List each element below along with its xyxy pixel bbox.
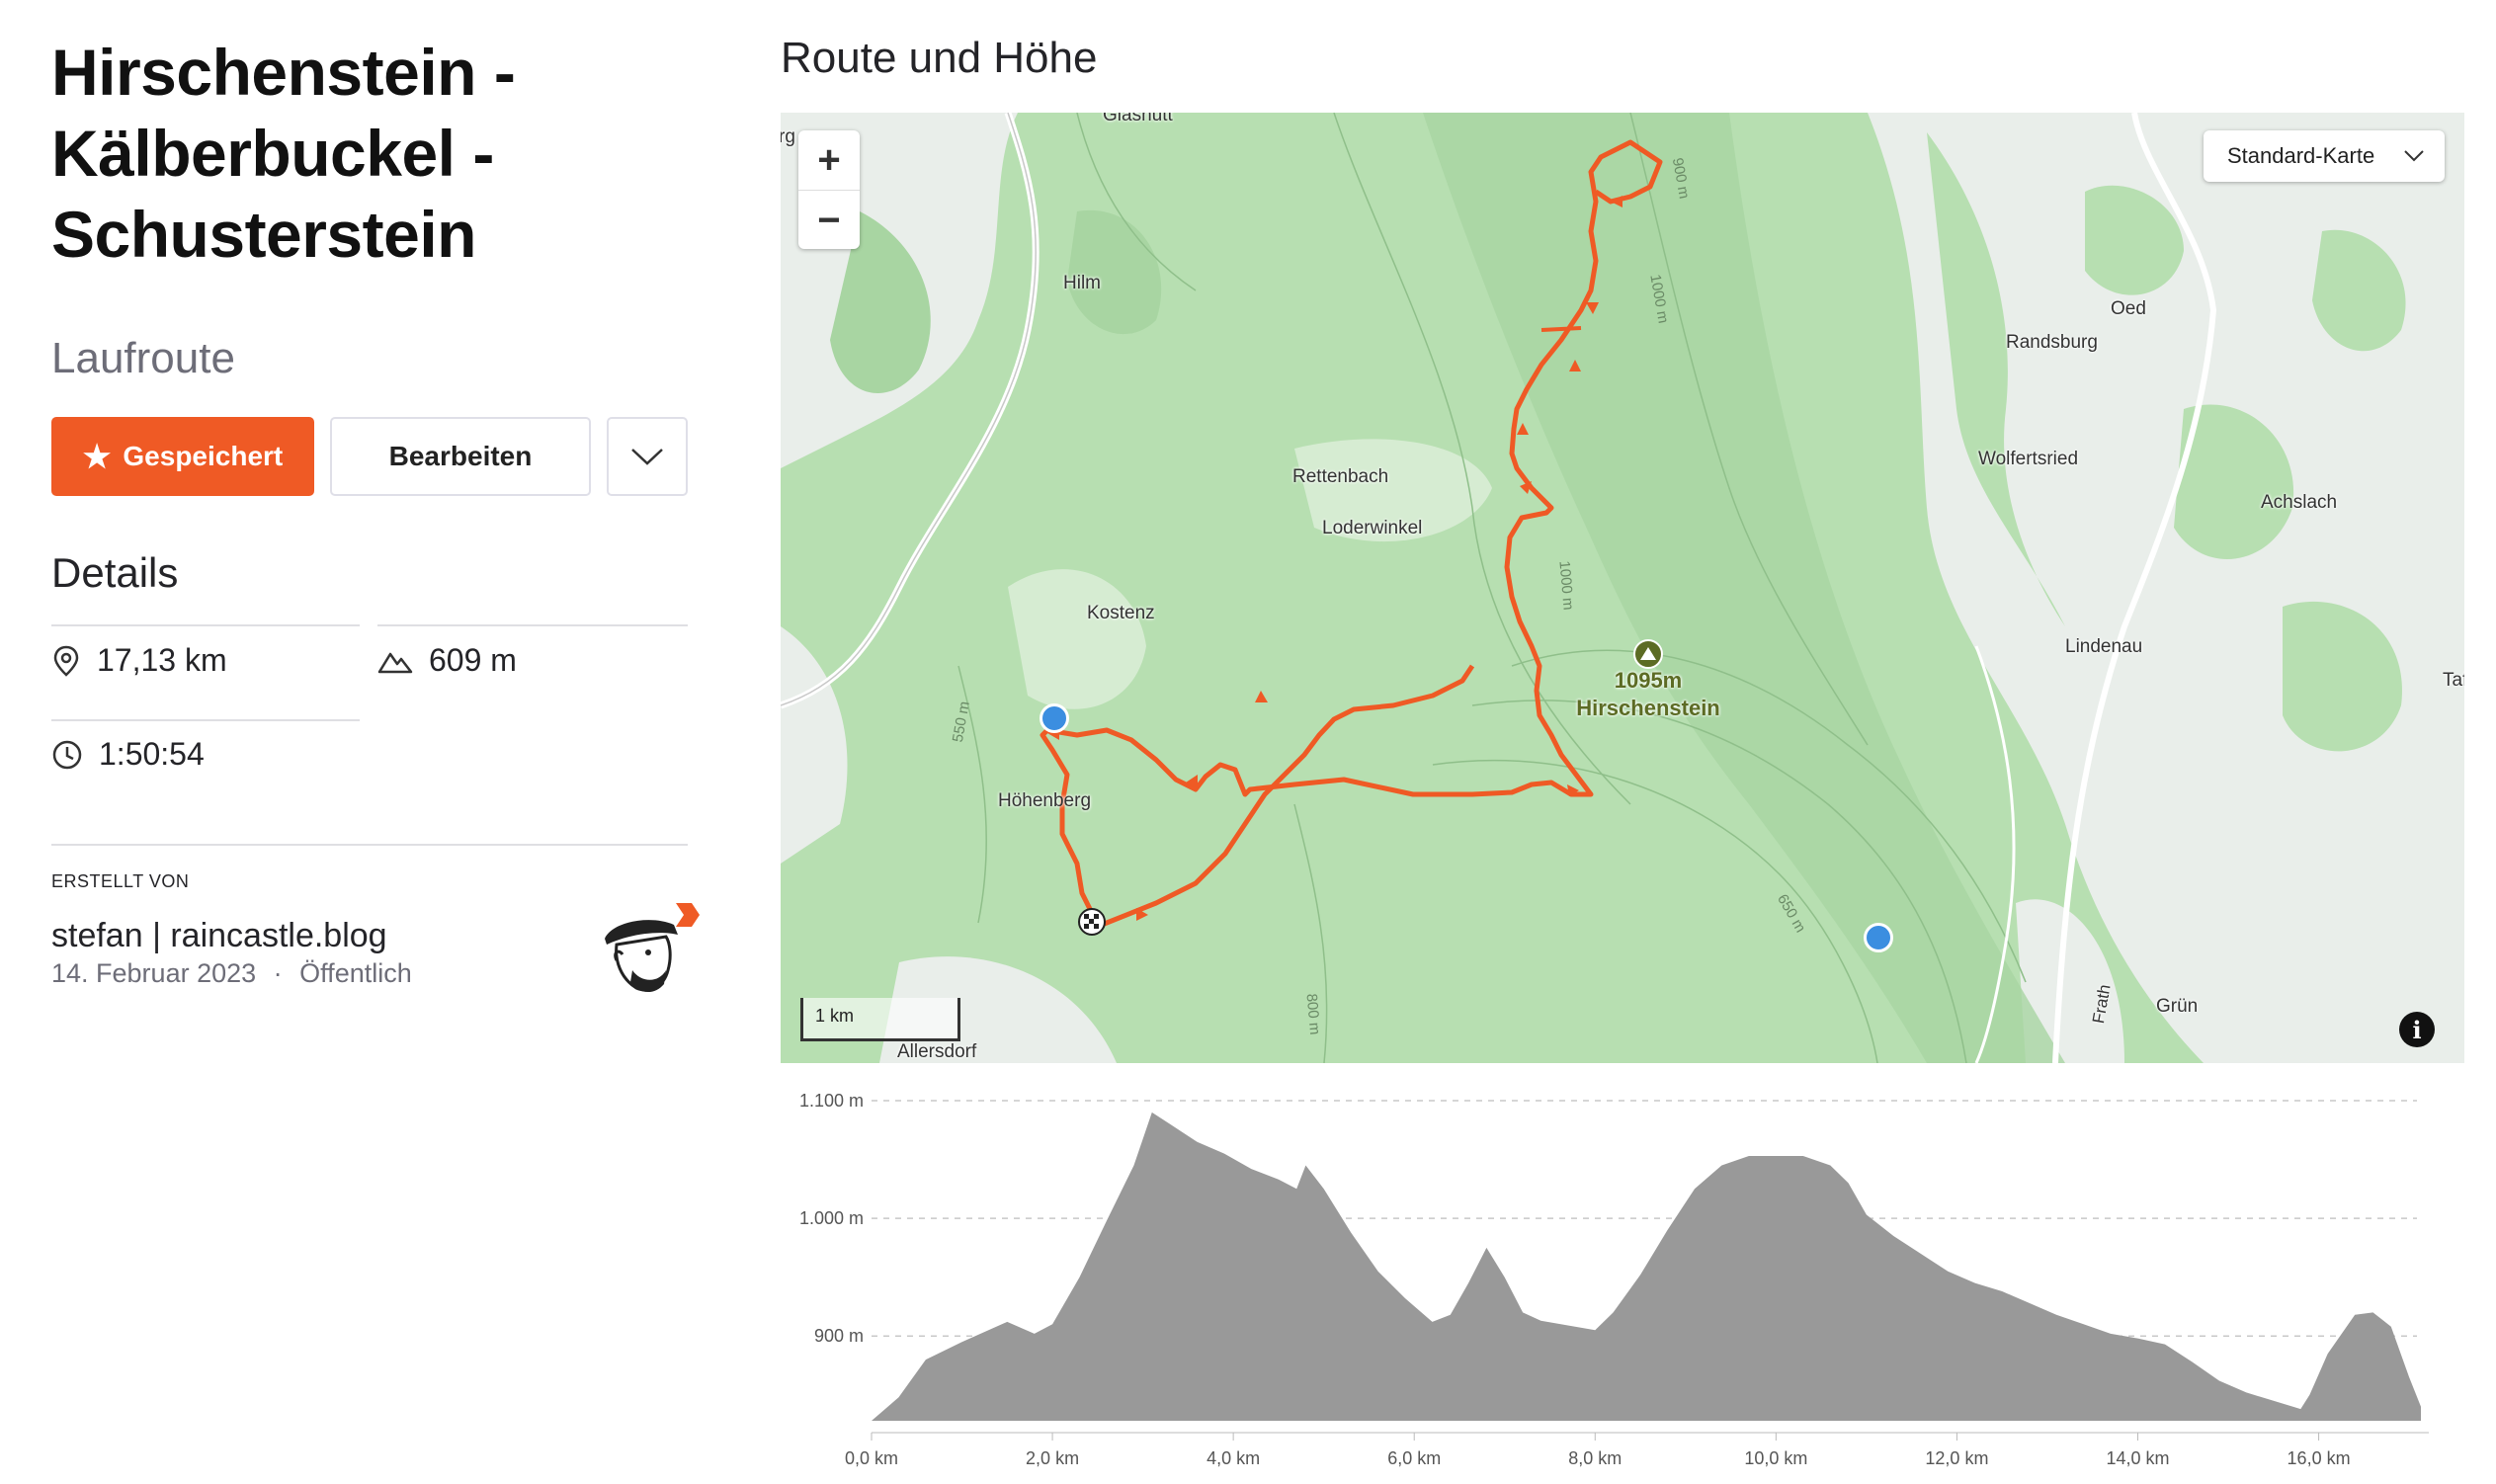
stat-duration: 1:50:54 (51, 736, 205, 773)
map-place-label: Wolfertsried (1978, 449, 2079, 469)
saved-button-label: Gespeichert (123, 441, 284, 471)
x-tick-label: 16,0 km (2288, 1448, 2351, 1468)
edit-button[interactable]: Bearbeiten (330, 417, 591, 496)
saved-button[interactable]: ★ Gespeichert (51, 417, 314, 496)
map-place-label: Loderwinkel (1322, 518, 1423, 538)
map-place-label: rg (781, 126, 795, 147)
summit-icon (1633, 639, 1663, 669)
map-place-label: Allersdorf (897, 1041, 977, 1062)
chevron-down-icon (631, 449, 663, 465)
map-contour-label: 800 m (1302, 992, 1324, 1036)
x-tick-label: 0,0 km (845, 1448, 898, 1468)
checkered-flag-icon (1078, 908, 1106, 936)
created-date: 14. Februar 2023 (51, 958, 257, 988)
stat-distance: 17,13 km (51, 642, 227, 679)
zoom-controls: + − (798, 130, 860, 249)
map-place-label: Oed (2111, 298, 2146, 319)
distance-value: 17,13 km (97, 642, 227, 678)
x-tick-label: 10,0 km (1744, 1448, 1807, 1468)
info-icon[interactable]: i (2399, 1012, 2435, 1047)
divider (51, 844, 688, 846)
map-type-select[interactable]: Standard-Karte (2204, 130, 2445, 182)
avatar[interactable] (593, 901, 702, 1000)
elevation-value: 609 m (429, 642, 517, 678)
created-by-label: ERSTELLT VON (51, 871, 190, 891)
clock-icon (52, 740, 82, 769)
map-place-label: Randsburg (2006, 332, 2098, 353)
x-tick-label: 8,0 km (1568, 1448, 1622, 1468)
stat-elevation: 609 m (377, 642, 517, 679)
divider (51, 719, 360, 721)
visibility-label: Öffentlich (299, 958, 412, 988)
x-tick-label: 12,0 km (1925, 1448, 1988, 1468)
chevron-down-icon (2404, 150, 2424, 162)
camera-icon[interactable] (1040, 703, 1069, 733)
details-heading: Details (51, 549, 179, 596)
y-tick-label: 1.100 m (799, 1091, 864, 1111)
mountain-icon (377, 652, 413, 673)
map-place-label: Rettenbach (1292, 466, 1389, 487)
route-map[interactable]: Hilm Rettenbach Loderwinkel Kostenz Höhe… (781, 113, 2464, 1063)
map-place-label: Höhenberg (998, 790, 1092, 811)
x-tick-label: 6,0 km (1387, 1448, 1441, 1468)
star-icon: ★ (82, 439, 112, 474)
map-place-label: Taf (2443, 670, 2464, 691)
y-tick-label: 900 m (814, 1326, 864, 1346)
map-scale: 1 km (800, 998, 960, 1041)
map-heading: Route und Höhe (781, 34, 1098, 82)
map-type-value: Standard-Karte (2227, 143, 2375, 168)
map-canvas (781, 113, 2464, 1063)
route-meta: 14. Februar 2023 · Öffentlich (51, 958, 412, 989)
author-name[interactable]: stefan | raincastle.blog (51, 917, 387, 955)
elevation-area (872, 1112, 2421, 1421)
map-place-label: Grün (2156, 996, 2199, 1017)
map-place-label: Achslach (2261, 492, 2338, 513)
meta-separator: · (273, 958, 283, 988)
x-tick-label: 4,0 km (1206, 1448, 1260, 1468)
map-place-label: Hilm (1063, 273, 1101, 293)
map-place-label: Glashütt (1103, 113, 1173, 125)
route-title: Hirschenstein - Kälberbuckel - Schusters… (51, 36, 516, 271)
duration-value: 1:50:54 (99, 736, 205, 772)
divider (51, 624, 360, 626)
elevation-profile[interactable]: 900 m 1.000 m 1.100 m 0,0 km 2,0 km 4,0 km 6,0… (781, 1077, 2464, 1472)
location-pin-icon (53, 645, 79, 677)
peak-elevation: 1095m (1614, 668, 1683, 693)
map-place-label: Kostenz (1087, 603, 1155, 623)
x-tick-label: 14,0 km (2106, 1448, 2169, 1468)
divider (377, 624, 688, 626)
more-options-button[interactable] (607, 417, 688, 496)
peak-name: Hirschenstein (1576, 696, 1720, 720)
route-type-label: Laufroute (51, 334, 235, 382)
y-tick-label: 1.000 m (799, 1208, 864, 1228)
x-tick-label: 2,0 km (1026, 1448, 1079, 1468)
zoom-out-button[interactable]: − (798, 191, 860, 250)
zoom-in-button[interactable]: + (798, 130, 860, 191)
map-place-label: Lindenau (2065, 636, 2143, 657)
camera-icon[interactable] (1864, 923, 1893, 952)
